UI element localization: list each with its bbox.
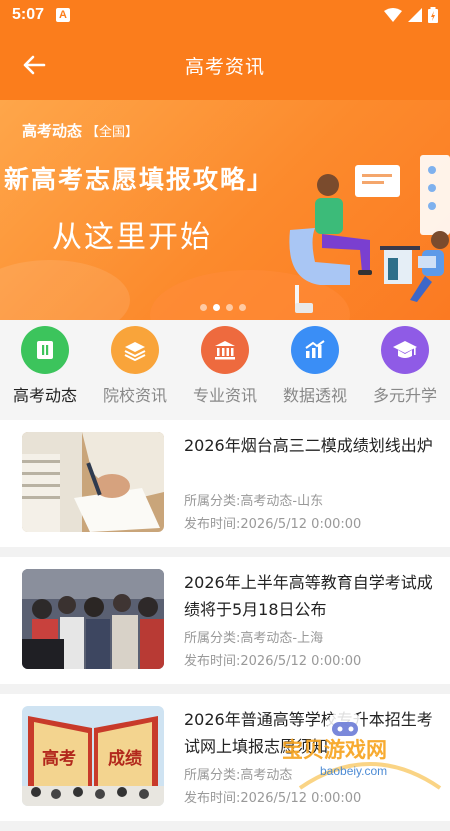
status-time: 5:07 <box>12 6 45 23</box>
time-label: 发布时间: <box>184 791 241 806</box>
carousel-dot[interactable] <box>213 304 220 311</box>
time-label: 发布时间: <box>184 517 241 532</box>
app-header: 高考资讯 <box>0 30 450 100</box>
watermark-text: 宝贝游戏网 <box>282 738 387 762</box>
article-time: 发布时间:2026/5/12 0:00:00 <box>184 513 361 532</box>
status-bar: 5:07 A <box>0 0 450 30</box>
time-value: 2026/5/12 0:00:00 <box>240 791 362 806</box>
thumb-left-text: 高考 <box>42 748 76 769</box>
banner-tag: 高考动态 【全国】 <box>22 120 138 141</box>
category-label: 高考动态 <box>12 386 77 405</box>
article-title: 2026年烟台高三二模成绩划线出炉 <box>184 436 433 455</box>
category-label: 所属分类: <box>184 494 241 509</box>
banner-decoration <box>0 260 130 320</box>
carousel-indicator[interactable] <box>200 304 246 311</box>
category-value: 高考动态-上海 <box>240 631 324 646</box>
article-time: 发布时间:2026/5/12 0:00:00 <box>184 787 361 806</box>
thumb-right-text: 成绩 <box>108 748 142 769</box>
page-title: 高考资讯 <box>184 55 265 78</box>
category-label: 多元升学 <box>372 386 437 405</box>
back-button[interactable] <box>16 47 52 83</box>
article-thumbnail <box>22 432 164 532</box>
banner-tag-region: 【全国】 <box>86 125 139 140</box>
wifi-icon <box>384 8 402 22</box>
graduation-cap-icon <box>381 326 429 374</box>
banner-subheadline: 从这里开始 <box>52 220 212 255</box>
category-item[interactable]: 专业资讯 <box>182 326 268 420</box>
notification-icon: A <box>56 8 71 22</box>
category-item[interactable]: 数据透视 <box>272 326 358 420</box>
banner-tag-label: 高考动态 <box>22 122 83 140</box>
document-icon <box>21 326 69 374</box>
banner-headline: 新高考志愿填报攻略」 <box>4 165 275 194</box>
article-card[interactable]: 2026年上半年高等教育自学考试成绩将于5月18日公布 所属分类:高考动态-上海… <box>0 557 450 684</box>
article-card[interactable]: 2026年烟台高三二模成绩划线出炉 所属分类:高考动态-山东 发布时间:2026… <box>0 420 450 547</box>
battery-icon <box>428 7 438 23</box>
banner-illustration <box>289 155 450 313</box>
category-item[interactable]: 高考动态 <box>2 326 88 420</box>
time-value: 2026/5/12 0:00:00 <box>240 517 362 532</box>
time-label: 发布时间: <box>184 654 241 669</box>
signal-icon <box>408 8 422 22</box>
carousel-dot[interactable] <box>200 304 207 311</box>
category-label: 专业资讯 <box>192 386 257 405</box>
carousel-dot[interactable] <box>226 304 233 311</box>
article-category: 所属分类:高考动态-上海 <box>184 627 323 646</box>
promo-banner[interactable]: 高考动态 【全国】 新高考志愿填报攻略」 从这里开始 <box>0 100 450 320</box>
institution-icon <box>201 326 249 374</box>
category-label: 数据透视 <box>282 386 347 405</box>
article-thumbnail: 高考 成绩 <box>22 706 164 806</box>
article-time: 发布时间:2026/5/12 0:00:00 <box>184 650 361 669</box>
category-value: 高考动态-山东 <box>240 494 324 509</box>
arrow-left-icon <box>23 55 46 75</box>
time-value: 2026/5/12 0:00:00 <box>240 654 362 669</box>
category-value: 高考动态 <box>240 768 293 783</box>
category-label: 院校资讯 <box>102 386 167 405</box>
books-icon <box>111 326 159 374</box>
category-label: 所属分类: <box>184 631 241 646</box>
article-title: 2026年上半年高等教育自学考试成绩将于5月18日公布 <box>184 573 433 619</box>
article-thumbnail <box>22 569 164 669</box>
watermark-url: baobeiy.com <box>320 764 388 778</box>
chart-icon <box>291 326 339 374</box>
article-category: 所属分类:高考动态 <box>184 764 292 783</box>
category-label: 所属分类: <box>184 768 241 783</box>
article-category: 所属分类:高考动态-山东 <box>184 490 323 509</box>
category-item[interactable]: 院校资讯 <box>92 326 178 420</box>
carousel-dot[interactable] <box>239 304 246 311</box>
category-nav: 高考动态 院校资讯 专业资讯 数据透视 多元升学 <box>0 320 450 420</box>
category-item[interactable]: 多元升学 <box>362 326 448 420</box>
